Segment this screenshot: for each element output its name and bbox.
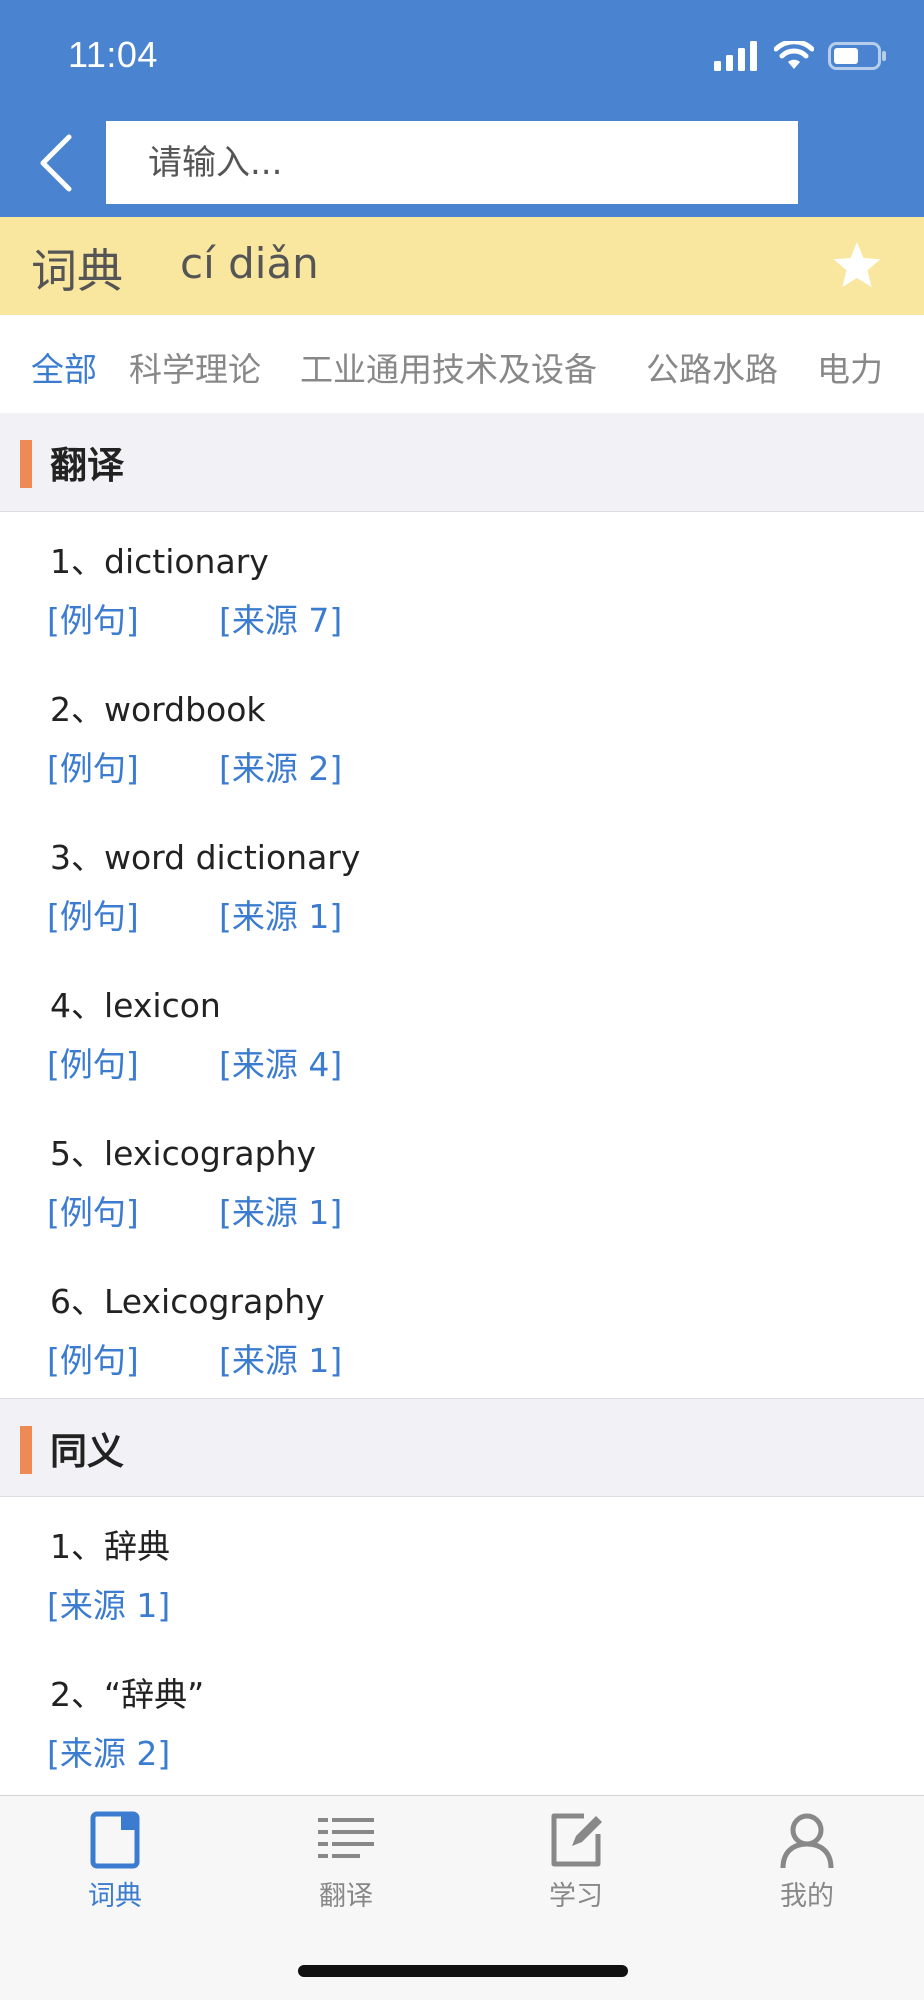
source-link[interactable]: [来源 1] bbox=[219, 890, 342, 938]
source-link[interactable]: [来源 4] bbox=[219, 1038, 342, 1086]
tabbar-label: 我的 bbox=[780, 1881, 834, 1912]
search-box[interactable] bbox=[106, 121, 798, 204]
synonym-entry: 1、辞典 bbox=[50, 1527, 170, 1566]
header: 11:04 bbox=[0, 0, 924, 217]
word-bar: 词典 cí diǎn bbox=[0, 217, 924, 315]
synonym-entry: 2、“辞典” bbox=[50, 1675, 205, 1714]
section-marker bbox=[20, 440, 32, 488]
translation-entry: 6、Lexicography bbox=[50, 1282, 325, 1321]
translation-entry: 3、word dictionary bbox=[50, 838, 361, 877]
home-indicator[interactable] bbox=[298, 1965, 628, 1977]
section-title: 同义 bbox=[50, 1430, 124, 1473]
tabbar-label: 词典 bbox=[88, 1881, 142, 1912]
tabbar-label: 翻译 bbox=[319, 1881, 373, 1912]
source-link[interactable]: [来源 2] bbox=[219, 742, 342, 790]
example-link[interactable]: [例句] bbox=[47, 1186, 139, 1234]
list-icon bbox=[318, 1818, 374, 1858]
example-link[interactable]: [例句] bbox=[47, 742, 139, 790]
source-link[interactable]: [来源 7] bbox=[219, 594, 342, 642]
bottom-tab-bar: 词典 翻译 学习 我的 bbox=[0, 1795, 924, 2000]
person-icon bbox=[780, 1813, 834, 1869]
favorite-star-icon[interactable] bbox=[830, 239, 884, 293]
back-button[interactable] bbox=[30, 128, 80, 198]
source-link[interactable]: [来源 2] bbox=[47, 1727, 170, 1775]
book-icon bbox=[90, 1811, 140, 1869]
tab-highway-waterway[interactable]: 公路水路 bbox=[646, 343, 778, 391]
signal-icon bbox=[714, 41, 757, 71]
example-link[interactable]: [例句] bbox=[47, 890, 139, 938]
tab-science-theory[interactable]: 科学理论 bbox=[129, 343, 261, 391]
example-link[interactable]: [例句] bbox=[47, 1334, 139, 1382]
tab-industrial-tech[interactable]: 工业通用技术及设备 bbox=[300, 343, 597, 391]
translation-entry: 2、wordbook bbox=[50, 690, 266, 729]
source-link[interactable]: [来源 1] bbox=[47, 1579, 170, 1627]
word-hanzi: 词典 bbox=[31, 244, 123, 298]
tabbar-label: 学习 bbox=[549, 1881, 603, 1912]
category-tabs: 全部 科学理论 工业通用技术及设备 公路水路 电力 bbox=[0, 315, 924, 413]
source-link[interactable]: [来源 1] bbox=[219, 1186, 342, 1234]
status-time: 11:04 bbox=[68, 34, 158, 75]
synonym-section-header: 同义 bbox=[0, 1398, 924, 1497]
wifi-icon bbox=[774, 41, 814, 69]
section-title: 翻译 bbox=[50, 444, 124, 487]
tabbar-item-dictionary[interactable]: 词典 bbox=[35, 1810, 195, 1920]
edit-icon bbox=[551, 1813, 602, 1867]
translation-entry: 4、lexicon bbox=[50, 986, 221, 1025]
example-link[interactable]: [例句] bbox=[47, 594, 139, 642]
tabbar-item-translate[interactable]: 翻译 bbox=[266, 1810, 426, 1920]
word-pinyin: cí diǎn bbox=[180, 239, 319, 288]
translation-entry: 1、dictionary bbox=[50, 542, 269, 581]
example-link[interactable]: [例句] bbox=[47, 1038, 139, 1086]
battery-icon bbox=[828, 42, 886, 70]
source-link[interactable]: [来源 1] bbox=[219, 1334, 342, 1382]
tab-all[interactable]: 全部 bbox=[31, 343, 97, 391]
status-icons bbox=[714, 40, 888, 72]
translation-section-header: 翻译 bbox=[0, 413, 924, 512]
section-marker bbox=[20, 1426, 32, 1474]
chevron-left-icon bbox=[40, 134, 72, 192]
translation-entry: 5、lexicography bbox=[50, 1134, 317, 1173]
search-input[interactable] bbox=[148, 121, 798, 204]
tabbar-item-profile[interactable]: 我的 bbox=[727, 1810, 887, 1920]
tabbar-item-study[interactable]: 学习 bbox=[496, 1810, 656, 1920]
tab-electric-power[interactable]: 电力 bbox=[817, 343, 883, 391]
